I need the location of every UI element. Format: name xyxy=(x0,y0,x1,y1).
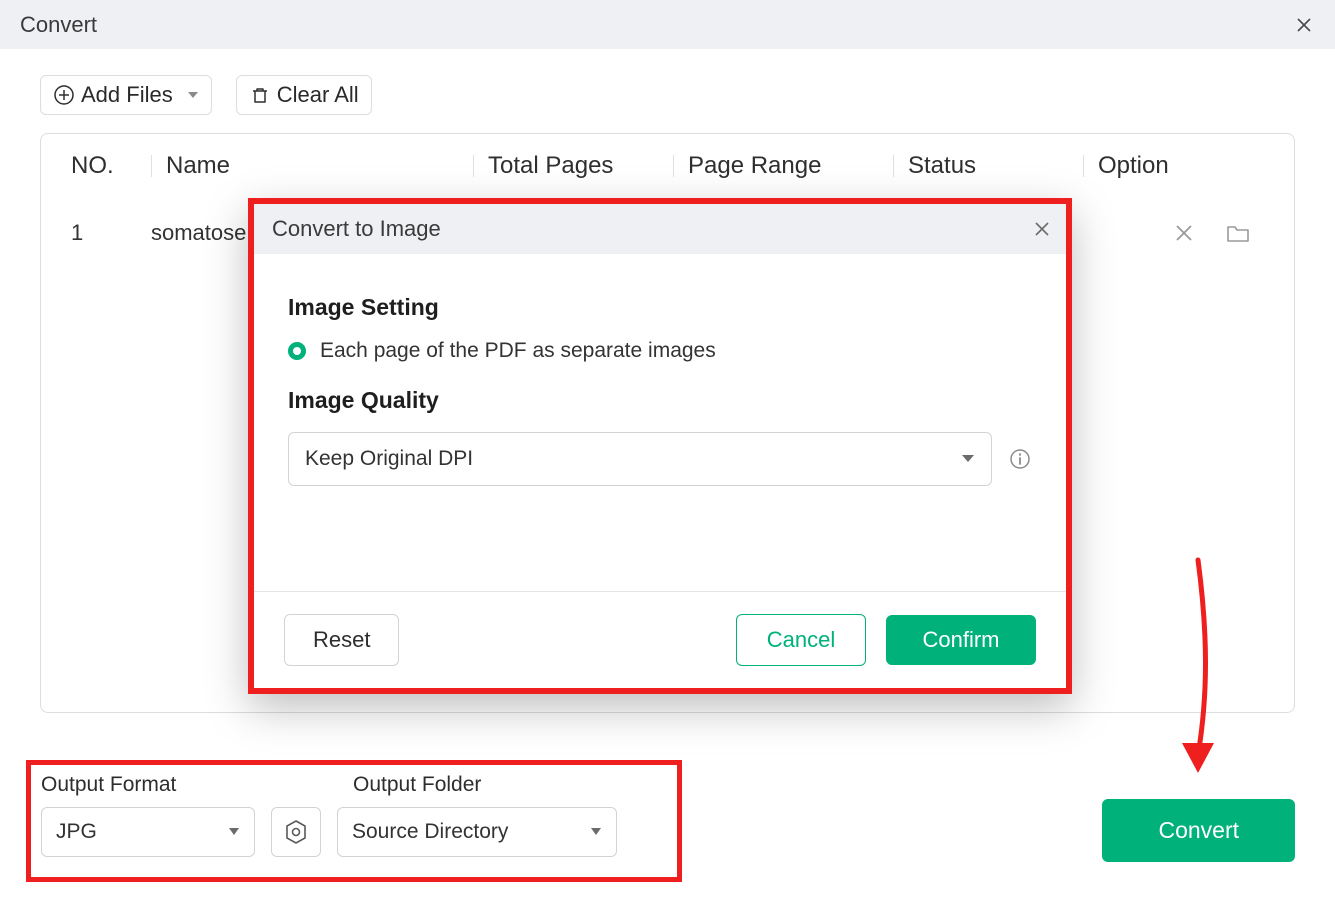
output-labels: Output Format Output Folder xyxy=(41,773,667,797)
convert-label: Convert xyxy=(1158,817,1239,843)
caret-down-icon xyxy=(961,454,975,464)
table-header: NO. Name Total Pages Page Range Status O… xyxy=(41,134,1294,198)
cell-option xyxy=(1083,222,1264,244)
close-icon[interactable] xyxy=(1295,16,1313,34)
image-quality-select[interactable]: Keep Original DPI xyxy=(288,432,992,486)
dialog-body: Image Setting Each page of the PDF as se… xyxy=(254,254,1066,486)
output-format-value: JPG xyxy=(56,820,97,844)
confirm-button[interactable]: Confirm xyxy=(886,615,1036,665)
cancel-button[interactable]: Cancel xyxy=(736,614,866,666)
window-title: Convert xyxy=(20,12,97,38)
image-quality-value: Keep Original DPI xyxy=(305,447,473,471)
output-format-select[interactable]: JPG xyxy=(41,807,255,857)
dialog-titlebar: Convert to Image xyxy=(254,204,1066,254)
output-folder-label: Output Folder xyxy=(353,773,481,797)
toolbar: Add Files Clear All xyxy=(0,49,1335,115)
image-quality-row: Keep Original DPI xyxy=(288,432,1032,486)
dialog-footer: Reset Cancel Confirm xyxy=(254,591,1066,688)
col-name: Name xyxy=(151,152,473,180)
output-folder-select[interactable]: Source Directory xyxy=(337,807,617,857)
col-no: NO. xyxy=(71,152,151,180)
col-range: Page Range xyxy=(673,152,893,180)
titlebar: Convert xyxy=(0,0,1335,49)
info-icon[interactable] xyxy=(1008,447,1032,471)
caret-down-icon xyxy=(187,89,199,101)
image-quality-heading: Image Quality xyxy=(288,387,1032,414)
trash-icon xyxy=(249,84,271,106)
add-files-button[interactable]: Add Files xyxy=(40,75,212,115)
annotation-arrow xyxy=(1158,555,1238,785)
folder-icon[interactable] xyxy=(1226,222,1250,244)
radio-each-page[interactable]: Each page of the PDF as separate images xyxy=(288,339,1032,363)
col-option: Option xyxy=(1083,152,1264,180)
caret-down-icon xyxy=(590,827,602,837)
remove-row-icon[interactable] xyxy=(1174,222,1194,244)
dialog-title: Convert to Image xyxy=(272,216,441,241)
clear-all-button[interactable]: Clear All xyxy=(236,75,372,115)
dialog-close-icon[interactable] xyxy=(1034,221,1050,237)
output-settings-button[interactable] xyxy=(271,807,321,857)
output-format-label: Output Format xyxy=(41,773,353,797)
output-folder-value: Source Directory xyxy=(352,820,508,844)
clear-all-label: Clear All xyxy=(277,82,359,108)
reset-button[interactable]: Reset xyxy=(284,614,399,666)
image-setting-heading: Image Setting xyxy=(288,294,1032,321)
plus-circle-icon xyxy=(53,84,75,106)
col-pages: Total Pages xyxy=(473,152,673,180)
caret-down-icon xyxy=(228,827,240,837)
convert-window: Convert Add Files Clear All NO. Name To xyxy=(0,0,1335,908)
add-files-label: Add Files xyxy=(81,82,173,108)
col-status: Status xyxy=(893,152,1083,180)
radio-dot-icon xyxy=(288,342,306,360)
gear-icon xyxy=(283,819,309,845)
output-panel: Output Format Output Folder JPG Source D… xyxy=(26,760,682,882)
convert-to-image-dialog: Convert to Image Image Setting Each page… xyxy=(248,198,1072,694)
radio-each-page-label: Each page of the PDF as separate images xyxy=(320,339,716,363)
cell-no: 1 xyxy=(71,220,151,246)
output-row: JPG Source Directory xyxy=(41,807,667,857)
convert-button[interactable]: Convert xyxy=(1102,799,1295,862)
